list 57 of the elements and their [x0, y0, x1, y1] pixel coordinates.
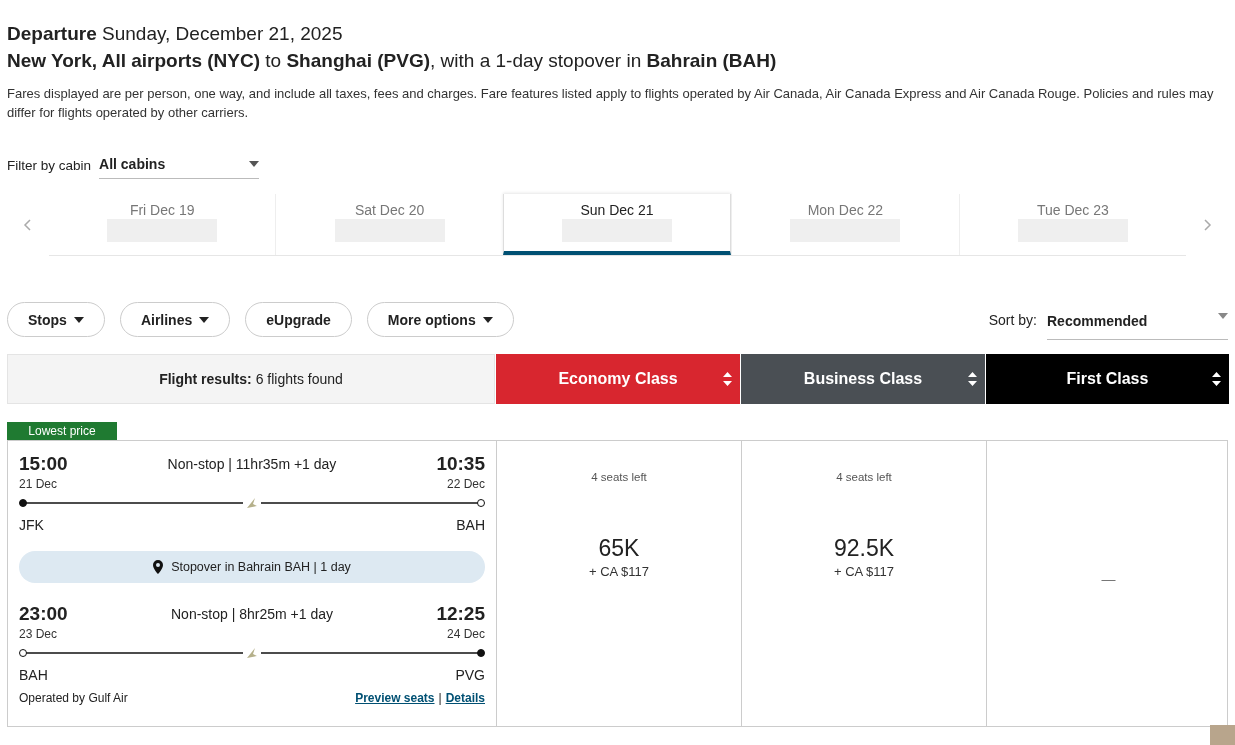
seats-left: 4 seats left [591, 471, 647, 483]
origin-airport: BAH [19, 667, 48, 683]
seats-left: 4 seats left [836, 471, 892, 483]
caret-icon [73, 316, 84, 323]
sort-icon [968, 371, 977, 387]
cabin-column-header[interactable]: First Class [985, 354, 1229, 404]
filter-button[interactable]: Stops [7, 302, 105, 337]
arrival-time: 10:35 [436, 453, 485, 475]
results-label: Flight results: [159, 371, 252, 387]
filter-button[interactable]: Airlines [119, 302, 231, 337]
link-separator: | [438, 691, 442, 705]
fare-points: 92.5K [833, 535, 895, 562]
fare-cell[interactable]: 4 seats left 65K + CA $117 [496, 441, 741, 726]
departure-date: 21 Dec [19, 477, 58, 491]
fare-disclaimer: Fares displayed are per person, one way, and include all taxes, fees and charges. Fare features listed apply to flights operated by Air Canada, Air Canada Express and Air Canada Rouge. Policies and rules may differ for flights operated by other carriers. [7, 85, 1215, 122]
departure-time: 15:00 [19, 453, 68, 475]
caret-icon [482, 316, 493, 323]
operator-text: Operated by Gulf Air [19, 691, 128, 705]
departure-time: 23:00 [19, 603, 68, 625]
fare-points: 65K [598, 535, 640, 562]
flight-duration: Non-stop | 11hr35m +1 day [167, 456, 337, 472]
caret-icon [1218, 313, 1228, 319]
sort-label: Sort by: [988, 311, 1037, 328]
fare-cash: + CA $117 [588, 564, 650, 579]
cabin-filter-label: Filter by cabin [7, 158, 92, 173]
fare-cell[interactable]: 4 seats left 92.5K + CA $117 [741, 441, 986, 726]
stopover-text: Stopover in Bahrain BAH | 1 day [171, 560, 351, 574]
results-count: 6 flights found [255, 371, 343, 387]
arrival-date: 22 Dec [446, 477, 485, 491]
lowest-price-badge: Lowest price [7, 422, 117, 440]
arrival-date: 24 Dec [446, 627, 485, 641]
chevron-right-icon[interactable] [1202, 218, 1212, 232]
destination-airport: PVG [455, 667, 485, 683]
unavailable-fare: — [1101, 571, 1116, 587]
caret-icon [199, 316, 210, 323]
filter-button[interactable]: eUpgrade [245, 302, 352, 337]
sort-dropdown[interactable]: Recommended [1047, 305, 1228, 340]
date-tab[interactable]: Sun Dec 21 [502, 194, 732, 255]
sort-icon [723, 371, 732, 387]
departure-date: 23 Dec [19, 627, 58, 641]
caret-icon [249, 161, 260, 167]
cabin-filter-dropdown[interactable]: All cabins [99, 152, 260, 179]
location-pin-icon [153, 560, 164, 574]
chevron-left-icon[interactable] [23, 218, 33, 232]
route-heading: New York, All airports (NYC) to Shanghai (PVG), with a 1-day stopover in Bahrain (BAH) [7, 49, 778, 73]
details-link[interactable]: Details [445, 691, 485, 705]
details-link[interactable]: Preview seats [355, 691, 435, 705]
filter-button[interactable]: More options [366, 302, 514, 337]
origin-airport: JFK [19, 517, 44, 533]
destination-airport: BAH [456, 517, 485, 533]
cabin-column-header[interactable]: Business Class [740, 354, 985, 404]
arrival-time: 12:25 [436, 603, 485, 625]
fare-cash: + CA $117 [833, 564, 895, 579]
flight-duration: Non-stop | 8hr25m +1 day [171, 606, 333, 622]
sort-icon [1212, 371, 1221, 387]
cabin-column-header[interactable]: Economy Class [495, 354, 740, 404]
departure-heading: Departure Sunday, December 21, 2025 [7, 22, 344, 46]
